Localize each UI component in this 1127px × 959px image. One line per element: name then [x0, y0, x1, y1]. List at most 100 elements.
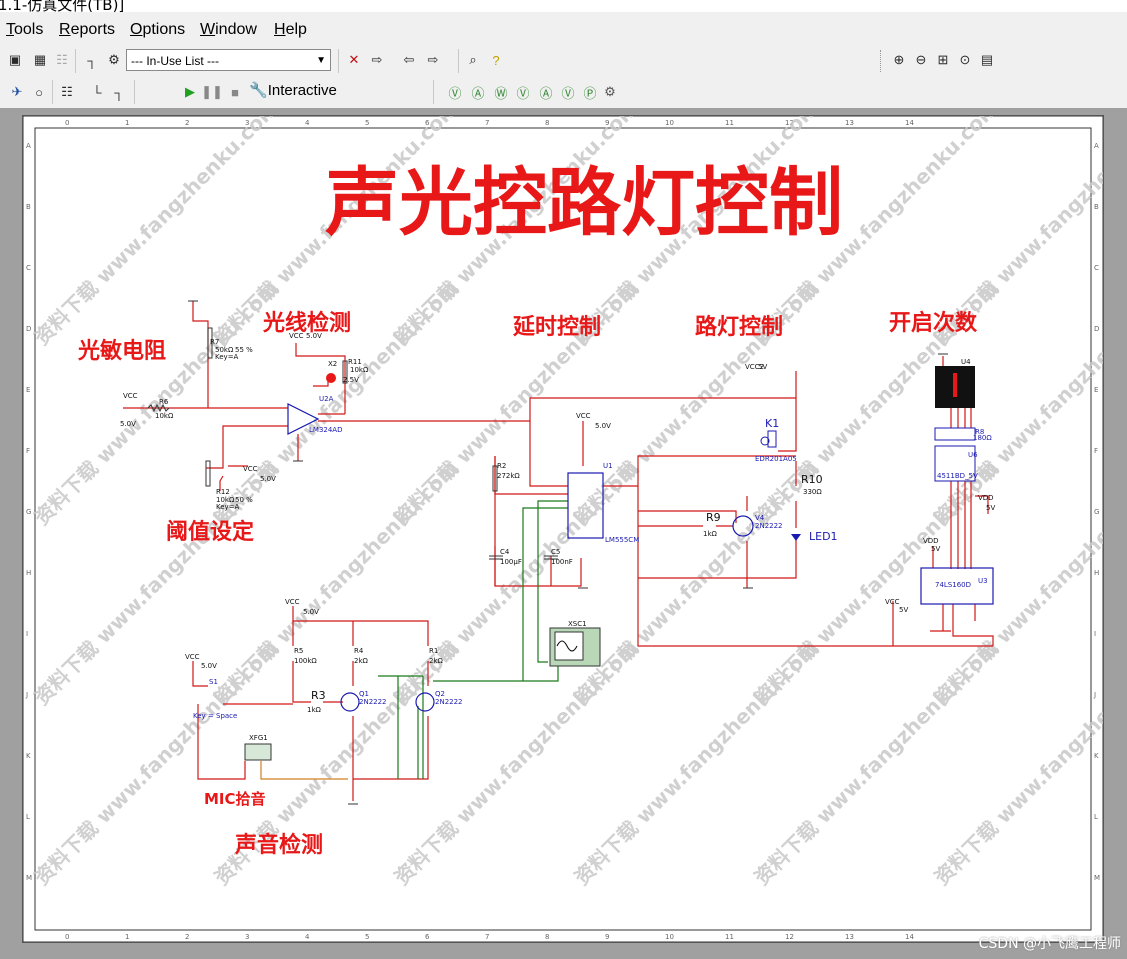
ruler-tick: 0 — [65, 933, 69, 941]
ruler-tick: 14 — [905, 119, 914, 127]
probe-w-icon[interactable]: Ⓦ — [492, 83, 510, 101]
svg-text:VCC: VCC — [123, 392, 138, 400]
ruler-tick: 7 — [485, 119, 489, 127]
svg-text:R2: R2 — [497, 462, 506, 470]
ruler-tick: C — [1094, 264, 1099, 272]
hierarchy-icon[interactable]: ┐ — [83, 51, 101, 69]
zoom-area-icon[interactable]: ⊞ — [934, 51, 952, 69]
probe-v-icon[interactable]: Ⓥ — [446, 83, 464, 101]
ruler-tick: 13 — [845, 933, 854, 941]
svg-text:K1: K1 — [765, 417, 779, 430]
svg-text:2N2222: 2N2222 — [435, 698, 463, 706]
zoom-out-icon[interactable]: ⊖ — [912, 51, 930, 69]
chip-icon[interactable]: ☷ — [58, 83, 76, 101]
probe-a-icon[interactable]: Ⓐ — [469, 83, 487, 101]
svg-text:R12: R12 — [216, 488, 230, 496]
ruler-tick: 0 — [65, 119, 69, 127]
svg-text:S1: S1 — [209, 678, 218, 686]
forward-annotate-icon[interactable]: ⇨ — [424, 51, 442, 69]
svg-text:5.0V: 5.0V — [120, 420, 136, 428]
svg-text:Q2: Q2 — [435, 690, 445, 698]
zoom-in-icon[interactable]: ⊕ — [890, 51, 908, 69]
ruler-tick: F — [1094, 447, 1098, 455]
svg-text:X2: X2 — [328, 360, 337, 368]
ruler-tick: 10 — [665, 119, 674, 127]
svg-text:VCC: VCC — [289, 332, 304, 340]
probe-volt-icon[interactable]: Ⓥ — [559, 83, 577, 101]
svg-text:100kΩ: 100kΩ — [294, 657, 317, 665]
svg-text:LM555CM: LM555CM — [605, 536, 639, 544]
svg-text:5V: 5V — [899, 606, 908, 614]
erc-icon[interactable]: ✕ — [345, 51, 363, 69]
spreadsheet-icon[interactable]: ▦ — [31, 51, 49, 69]
step-icon[interactable]: ┐ — [110, 83, 128, 101]
svg-text:U4: U4 — [961, 358, 971, 366]
ruler-tick: 8 — [545, 933, 549, 941]
chevron-down-icon: ▼ — [316, 55, 326, 66]
label-count: 开启次数 — [889, 310, 978, 336]
probe-digital-icon[interactable]: Ⓟ — [581, 83, 599, 101]
menu-tools[interactable]: Tools — [6, 21, 43, 39]
svg-text:VDD: VDD — [978, 494, 994, 502]
ruler-tick: 13 — [845, 119, 854, 127]
graph-icon[interactable]: ▣ — [6, 51, 24, 69]
in-use-list-dropdown[interactable]: --- In-Use List --- ▼ — [126, 49, 331, 71]
ruler-tick: C — [26, 264, 31, 272]
full-screen-icon[interactable]: ▤ — [978, 51, 996, 69]
find-icon[interactable]: ⌕ — [464, 51, 482, 69]
svg-text:EDR201A05: EDR201A05 — [755, 455, 797, 463]
menu-options[interactable]: Options — [130, 21, 185, 39]
schematic-sheet[interactable]: 0 0 1 1 2 2 3 3 4 4 5 5 6 6 7 7 8 8 9 9 10 10 11 11 12 12 13 13 14 14… — [22, 115, 1104, 943]
svg-text:VCC: VCC — [243, 465, 258, 473]
svg-text:R6: R6 — [159, 398, 169, 406]
bus-icon[interactable]: └ — [88, 83, 106, 101]
label-sound: 声音检测 — [234, 832, 323, 858]
svg-text:100nF: 100nF — [551, 558, 573, 566]
svg-text:Key=A: Key=A — [216, 503, 240, 511]
ruler-tick: 11 — [725, 933, 734, 941]
svg-text:5V: 5V — [758, 363, 767, 371]
ruler-tick: I — [1094, 630, 1096, 638]
run-icon[interactable]: ▶ — [181, 83, 199, 101]
ruler-tick: E — [1094, 386, 1098, 394]
current-probe-icon[interactable]: ○ — [30, 83, 48, 101]
stop-icon[interactable]: ■ — [226, 83, 244, 101]
label-delay: 延时控制 — [512, 314, 601, 340]
probe-ref-icon[interactable]: Ⓐ — [537, 83, 555, 101]
svg-text:U2A: U2A — [319, 395, 334, 403]
svg-text:2N2222: 2N2222 — [359, 698, 387, 706]
zoom-fit-icon[interactable]: ⊙ — [956, 51, 974, 69]
back-annotate-icon[interactable]: ⇦ — [400, 51, 418, 69]
menu-reports[interactable]: Reports — [59, 21, 115, 39]
svg-text:5V: 5V — [931, 545, 940, 553]
ruler-tick: 4 — [305, 933, 310, 941]
ruler-tick: F — [26, 447, 30, 455]
transfer-icon[interactable]: ⇨ — [368, 51, 386, 69]
probe-diff-icon[interactable]: Ⓥ — [514, 83, 532, 101]
probe-icon[interactable]: ✈ — [8, 83, 26, 101]
svg-text:2kΩ: 2kΩ — [354, 657, 369, 665]
schematic-drawing: 0011223344556677889910101111121213131414… — [23, 116, 1103, 942]
ruler-tick: 11 — [725, 119, 734, 127]
component-icon[interactable]: ⚙ — [105, 51, 123, 69]
ruler-tick: G — [1094, 508, 1099, 516]
help-icon[interactable]: ? — [487, 51, 505, 69]
ruler-tick: E — [26, 386, 30, 394]
svg-text:XFG1: XFG1 — [249, 734, 268, 742]
svg-text:XSC1: XSC1 — [568, 620, 587, 628]
csdn-watermark: CSDN @小飞鹰工程师 — [978, 936, 1121, 952]
svg-text:2N2222: 2N2222 — [755, 522, 783, 530]
interactive-mode-label[interactable]: 🔧Interactive — [249, 81, 337, 99]
database-icon[interactable]: ☷ — [53, 51, 71, 69]
menu-help[interactable]: Help — [274, 21, 307, 39]
label-lamp: 路灯控制 — [695, 314, 783, 340]
ruler-tick: J — [1093, 691, 1096, 699]
svg-text:10kΩ: 10kΩ — [155, 412, 174, 420]
ruler-tick: A — [26, 142, 31, 150]
menu-window[interactable]: Window — [200, 21, 257, 39]
pause-icon[interactable]: ❚❚ — [201, 83, 223, 101]
svg-text:R1: R1 — [429, 647, 438, 655]
svg-text:272kΩ: 272kΩ — [497, 472, 520, 480]
svg-text:1kΩ: 1kΩ — [703, 530, 718, 538]
settings-icon[interactable]: ⚙ — [601, 83, 619, 101]
